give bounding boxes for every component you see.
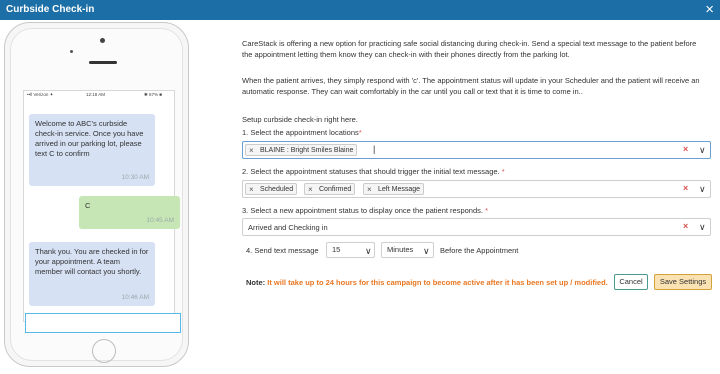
step2-label: 2. Select the appointment statuses that … (242, 167, 505, 176)
step4-label: 4. Send text message (246, 246, 319, 255)
phone-message-input (25, 313, 181, 333)
remove-icon[interactable]: × (249, 184, 254, 196)
location-chip[interactable]: × BLAINE : Bright Smiles Blaine (245, 144, 358, 157)
chevron-down-icon[interactable]: ∨ (699, 222, 706, 233)
required-marker: * (485, 206, 489, 215)
dialog-title: Curbside Check-in (6, 4, 95, 15)
remove-icon[interactable]: × (367, 184, 372, 196)
locations-select[interactable]: × BLAINE : Bright Smiles Blaine | × ∨ (242, 141, 711, 159)
response-status-value: Arrived and Checking in (248, 223, 328, 232)
phone-mockup: ••ll Verizon ✦ 12:18 AM ✱ 67% ■ Welcome … (4, 22, 189, 367)
step4-suffix: Before the Appointment (440, 246, 519, 255)
home-button-icon (92, 339, 116, 363)
unit-select[interactable]: Minutes ∨ (381, 242, 434, 258)
message-text: Welcome to ABC's curbside check-in servi… (35, 119, 144, 158)
step3-label: 3. Select a new appointment status to di… (242, 206, 489, 215)
phone-status-bar: ••ll Verizon ✦ 12:18 AM ✱ 67% ■ (24, 91, 174, 99)
chevron-down-icon[interactable]: ∨ (699, 184, 706, 195)
status-chip[interactable]: × Left Message (363, 183, 425, 196)
required-marker: * (501, 167, 505, 176)
save-settings-button[interactable]: Save Settings (654, 274, 712, 290)
text-caret: | (373, 144, 376, 154)
message-bubble-outgoing: C 10:45 AM (79, 196, 180, 229)
message-time: 10:30 AM (121, 174, 149, 181)
note-text: Note: It will take up to 24 hours for th… (246, 278, 608, 287)
status-chip[interactable]: × Scheduled (245, 183, 298, 196)
message-text: C (85, 201, 91, 210)
message-text: Thank you. You are checked in for your a… (35, 247, 149, 276)
camera-icon (100, 38, 105, 43)
message-time: 10:45 AM (146, 217, 174, 224)
required-marker: * (358, 128, 362, 137)
phone-screen: ••ll Verizon ✦ 12:18 AM ✱ 67% ■ Welcome … (23, 90, 180, 322)
status-chip[interactable]: × Confirmed (304, 183, 356, 196)
setup-text: Setup curbside check-in right here. (242, 115, 358, 124)
carrier-label: ••ll Verizon ✦ (27, 92, 54, 97)
amount-select[interactable]: 15 ∨ (326, 242, 375, 258)
message-bubble-incoming: Welcome to ABC's curbside check-in servi… (29, 114, 155, 186)
intro-paragraph-2: When the patient arrives, they simply re… (242, 76, 700, 96)
close-icon[interactable]: × (705, 2, 714, 17)
cancel-button[interactable]: Cancel (614, 274, 648, 290)
step1-label: 1. Select the appointment locations* (242, 128, 362, 137)
intro-paragraph-1: CareStack is offering a new option for p… (242, 39, 697, 59)
clear-icon[interactable]: × (683, 221, 688, 231)
remove-icon[interactable]: × (308, 184, 313, 196)
battery-label: ✱ 67% ■ (144, 92, 162, 97)
remove-icon[interactable]: × (249, 145, 254, 157)
chevron-down-icon[interactable]: ∨ (365, 244, 372, 258)
chevron-down-icon[interactable]: ∨ (423, 244, 430, 258)
chevron-down-icon[interactable]: ∨ (699, 145, 706, 156)
dialog-titlebar: Curbside Check-in × (0, 0, 720, 20)
message-bubble-incoming: Thank you. You are checked in for your a… (29, 242, 155, 306)
response-status-select[interactable]: Arrived and Checking in × ∨ (242, 218, 711, 236)
clock-label: 12:18 AM (86, 92, 106, 97)
message-time: 10:46 AM (121, 294, 149, 301)
statuses-select[interactable]: × Scheduled × Confirmed × Left Message × ∨ (242, 180, 711, 198)
clear-icon[interactable]: × (683, 144, 688, 154)
clear-icon[interactable]: × (683, 183, 688, 193)
speaker-icon (89, 61, 117, 64)
sensor-icon (70, 50, 73, 53)
